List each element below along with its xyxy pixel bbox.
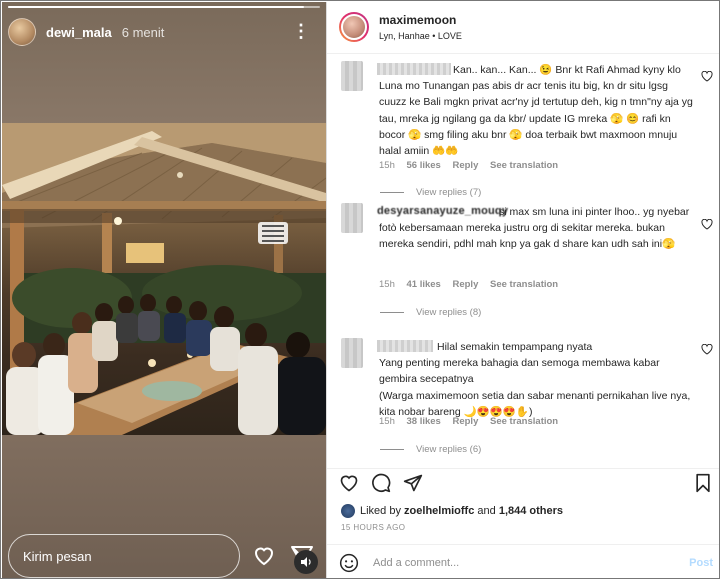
share-icon[interactable]: [403, 473, 423, 493]
see-translation-button[interactable]: See translation: [490, 416, 558, 427]
reply-button[interactable]: Reply: [452, 279, 478, 290]
post-comment-button[interactable]: Post: [689, 557, 713, 569]
view-replies-label: View replies (6): [416, 444, 482, 455]
gazebo-dinner-photo: [2, 123, 326, 435]
liked-by-summary: Liked by zoelhelmioffc and 1,844 others: [341, 504, 563, 518]
comment-avatar[interactable]: [341, 338, 363, 368]
heart-outline-icon[interactable]: [252, 544, 276, 566]
heart-outline-icon[interactable]: [701, 71, 713, 82]
story-photo: [2, 123, 326, 435]
comment-likes[interactable]: 56 likes: [407, 160, 441, 171]
story-message-placeholder: Kirim pesan: [23, 548, 92, 564]
story-reply-bar: Kirim pesan: [2, 532, 326, 578]
story-progress-fill: [8, 6, 305, 8]
view-replies-button[interactable]: View replies (7): [380, 187, 481, 198]
comment-time: 15h: [379, 279, 395, 290]
comment-meta: 15h 38 likes Reply See translation: [379, 416, 567, 427]
see-translation-button[interactable]: See translation: [490, 160, 558, 171]
post-header: maximemoon Lyn, Hanhae • LOVE: [327, 2, 719, 54]
more-vertical-icon[interactable]: ⋮: [292, 22, 310, 40]
liked-by-others[interactable]: 1,844 others: [499, 505, 563, 517]
reply-button[interactable]: Reply: [452, 416, 478, 427]
comment-text: Hilal semakin tempampang nyata Yang pent…: [379, 341, 691, 418]
comment-likes[interactable]: 38 likes: [407, 416, 441, 427]
comment-avatar[interactable]: [341, 203, 363, 233]
post-panel: maximemoon Lyn, Hanhae • LOVE Kan.. kan.…: [326, 2, 719, 578]
story-viewer: dewi_mala 6 menit ⋮ Kirim pesan: [2, 2, 326, 578]
comment-text: si max sm luna ini pinter lhoo.. yg nyeb…: [379, 206, 693, 251]
comment-avatar[interactable]: [341, 61, 363, 91]
reply-button[interactable]: Reply: [452, 160, 478, 171]
comment-meta: 15h 41 likes Reply See translation: [379, 279, 567, 290]
post-audio-subtitle[interactable]: Lyn, Hanhae • LOVE: [379, 31, 462, 41]
story-avatar[interactable]: [8, 18, 36, 46]
see-translation-button[interactable]: See translation: [490, 279, 558, 290]
comment-likes[interactable]: 41 likes: [407, 279, 441, 290]
story-progress-bar: [8, 6, 320, 8]
liked-by-user[interactable]: zoelhelmioffc: [404, 505, 474, 517]
view-replies-label: View replies (7): [416, 187, 482, 198]
liked-by-and: and: [477, 505, 496, 517]
view-replies-label: View replies (8): [416, 307, 482, 318]
heart-outline-icon[interactable]: [339, 473, 359, 493]
post-author-avatar[interactable]: [339, 12, 369, 42]
comment-item: Kan.. kan... Kan... 😉 Bnr kt Rafi Ahmad …: [327, 61, 719, 198]
bookmark-icon[interactable]: [693, 473, 713, 493]
add-comment-input[interactable]: Add a comment...: [373, 557, 459, 569]
comment-time: 15h: [379, 416, 395, 427]
comment-item: Hilal semakin tempampang nyata Yang pent…: [327, 338, 719, 458]
story-message-input[interactable]: Kirim pesan: [8, 534, 240, 578]
emoji-icon[interactable]: [339, 553, 359, 573]
view-replies-button[interactable]: View replies (6): [380, 444, 481, 455]
speaker-icon[interactable]: [294, 550, 318, 574]
add-comment-bar: Add a comment... Post: [327, 544, 719, 578]
story-username[interactable]: dewi_mala: [46, 25, 112, 40]
view-replies-button[interactable]: View replies (8): [380, 307, 481, 318]
liked-by-prefix: Liked by: [360, 505, 401, 517]
comment-time: 15h: [379, 160, 395, 171]
comment-item: desyarsanayuze_mouqy si max sm luna ini …: [327, 203, 719, 318]
post-author-username[interactable]: maximemoon: [379, 13, 456, 27]
liker-avatar: [341, 504, 355, 518]
heart-outline-icon[interactable]: [701, 344, 713, 355]
heart-outline-icon[interactable]: [701, 219, 713, 230]
story-header: dewi_mala 6 menit ⋮: [8, 18, 320, 46]
post-actions-bar: [327, 468, 719, 496]
mention-sticker[interactable]: [258, 222, 288, 244]
comment-text: Kan.. kan... Kan... 😉 Bnr kt Rafi Ahmad …: [379, 64, 696, 158]
story-timestamp: 6 menit: [121, 24, 165, 40]
post-date: 15 HOURS AGO: [341, 523, 406, 532]
comment-icon[interactable]: [371, 473, 391, 493]
comment-meta: 15h 56 likes Reply See translation: [379, 160, 567, 171]
comments-list: Kan.. kan... Kan... 😉 Bnr kt Rafi Ahmad …: [327, 57, 719, 467]
